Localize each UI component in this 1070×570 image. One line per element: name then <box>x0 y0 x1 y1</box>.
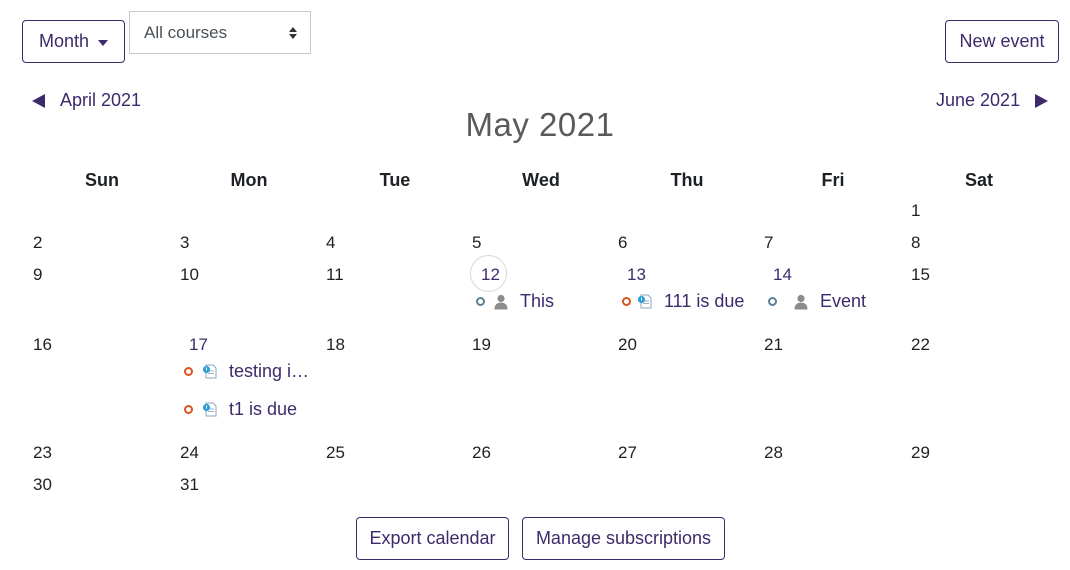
day-cell-2[interactable]: 2 <box>33 233 42 253</box>
day-cell-6[interactable]: 6 <box>618 233 627 253</box>
day-cell-21[interactable]: 21 <box>764 335 783 355</box>
day-cell-11[interactable]: 11 <box>326 265 344 285</box>
course-filter-select[interactable]: All courses <box>129 11 311 54</box>
event-item[interactable]: Event <box>768 291 866 312</box>
day-cell-25[interactable]: 25 <box>326 443 345 463</box>
day-cell-29[interactable]: 29 <box>911 443 930 463</box>
course-filter-value: All courses <box>144 22 228 42</box>
user-event-dot <box>768 297 777 306</box>
day-cell-26[interactable]: 26 <box>472 443 491 463</box>
weekday-wed: Wed <box>522 170 560 190</box>
day-cell-3[interactable]: 3 <box>180 233 189 253</box>
new-event-button[interactable]: New event <box>945 20 1059 63</box>
weekday-sat: Sat <box>964 170 993 190</box>
assignment-icon <box>202 402 217 416</box>
day-cell-18[interactable]: 18 <box>326 335 345 355</box>
day-cell-5[interactable]: 5 <box>472 233 481 253</box>
assignment-icon <box>202 364 217 378</box>
day-cell-31[interactable]: 31 <box>180 475 199 495</box>
weekday-thu: Thu <box>670 170 704 190</box>
day-cell-24[interactable]: 24 <box>180 443 199 463</box>
day-cell-9[interactable]: 9 <box>33 265 42 285</box>
day-cell-10[interactable]: 10 <box>180 265 199 285</box>
event-item[interactable]: testing i… <box>184 361 309 382</box>
event-item[interactable]: 111 is due <box>622 291 744 312</box>
user-icon <box>494 294 508 309</box>
month-view-label: Month <box>38 31 90 51</box>
new-event-label: New event <box>959 31 1045 51</box>
weekday-sun: Sun <box>85 170 119 190</box>
day-cell-20[interactable]: 20 <box>618 335 637 355</box>
day-cell-28[interactable]: 28 <box>764 443 783 463</box>
assignment-icon <box>637 294 652 308</box>
weekday-fri: Fri <box>821 170 845 190</box>
event-title: Event <box>820 291 867 311</box>
event-title: This <box>520 291 555 311</box>
day-cell-4[interactable]: 4 <box>326 233 335 253</box>
current-month-title: May 2021 <box>465 106 615 143</box>
course-event-dot <box>184 405 193 414</box>
day-cell-27[interactable]: 27 <box>618 443 637 463</box>
day-link-17[interactable]: 17 <box>189 335 208 355</box>
user-event-dot <box>476 297 485 306</box>
day-cell-1[interactable]: 1 <box>911 201 920 221</box>
event-title: t1 is due <box>229 399 298 419</box>
course-event-dot <box>622 297 631 306</box>
day-cell-30[interactable]: 30 <box>33 475 52 495</box>
weekday-tue: Tue <box>379 170 411 190</box>
day-link-14[interactable]: 14 <box>773 265 792 285</box>
day-link-12[interactable]: 12 <box>481 265 500 285</box>
day-cell-7[interactable]: 7 <box>764 233 773 253</box>
export-calendar-label: Export calendar <box>369 528 496 548</box>
day-cell-8[interactable]: 8 <box>911 233 920 253</box>
event-item[interactable]: t1 is due <box>184 399 297 420</box>
manage-subscriptions-button[interactable]: Manage subscriptions <box>522 517 725 560</box>
day-cell-22[interactable]: 22 <box>911 335 930 355</box>
manage-subscriptions-label: Manage subscriptions <box>535 528 712 548</box>
weekday-mon: Mon <box>230 170 268 190</box>
export-calendar-button[interactable]: Export calendar <box>356 517 509 560</box>
day-cell-16[interactable]: 16 <box>33 335 52 355</box>
day-cell-23[interactable]: 23 <box>33 443 52 463</box>
month-view-dropdown[interactable]: Month <box>22 20 125 63</box>
event-title: 111 is due <box>664 291 745 311</box>
day-link-13[interactable]: 13 <box>627 265 646 285</box>
day-cell-15[interactable]: 15 <box>911 265 930 285</box>
select-arrows-icon <box>289 27 297 39</box>
chevron-down-icon <box>98 39 109 46</box>
event-item[interactable]: This <box>476 291 554 312</box>
user-icon <box>794 294 808 309</box>
event-title: testing i… <box>229 361 310 381</box>
day-cell-19[interactable]: 19 <box>472 335 491 355</box>
course-event-dot <box>184 367 193 376</box>
